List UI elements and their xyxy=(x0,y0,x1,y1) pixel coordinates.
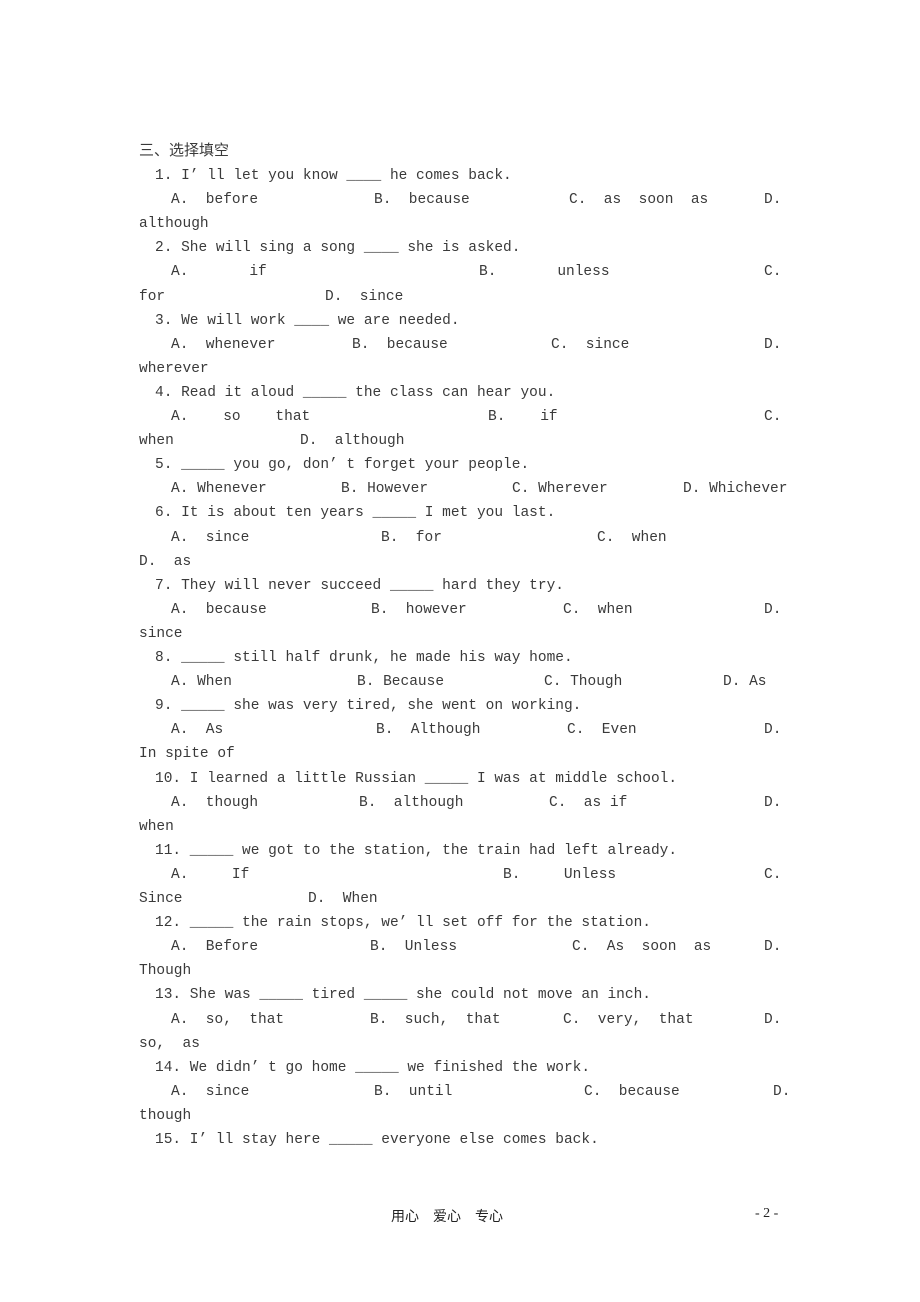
answer-option: D. xyxy=(764,1011,782,1028)
answer-option-wrapped: when xyxy=(139,433,174,450)
answer-option: C. xyxy=(764,866,782,883)
answer-option-wrapped: wherever xyxy=(139,360,209,377)
answer-option: A. because xyxy=(171,601,267,618)
question-text: 14. We didn’ t go home _____ we finished… xyxy=(155,1059,591,1076)
answer-option: C. As soon as xyxy=(572,939,712,956)
question-text: 10. I learned a little Russian _____ I w… xyxy=(155,770,678,787)
answer-option: B. for xyxy=(381,529,442,546)
answer-option: B. Although xyxy=(376,722,481,739)
answer-option: C. Even xyxy=(567,722,637,739)
answer-option: C. Though xyxy=(544,674,623,691)
question-text: 15. I’ ll stay here _____ everyone else … xyxy=(155,1132,599,1148)
answer-option: C. because xyxy=(584,1083,680,1100)
answer-option: D. xyxy=(764,336,782,353)
question-text: 7. They will never succeed _____ hard th… xyxy=(155,577,564,594)
question-text: 3. We will work ____ we are needed. xyxy=(155,312,460,329)
answer-option: A. Whenever xyxy=(171,481,267,498)
answer-option: D. When xyxy=(308,891,378,907)
answer-option: A. since xyxy=(171,529,250,546)
question-text: 5. _____ you go, don’ t forget your peop… xyxy=(155,457,530,474)
answer-option: B. Unless xyxy=(370,939,458,956)
answer-option: C. when xyxy=(597,529,667,546)
section-title: 三、选择填空 xyxy=(139,141,230,159)
answer-option: A. so, that xyxy=(171,1011,285,1028)
answer-option: B. because xyxy=(374,192,470,209)
answer-option: B. because xyxy=(352,336,448,353)
answer-option: A. If xyxy=(171,866,250,883)
answer-option: C. since xyxy=(551,336,630,353)
footer-motto: 用心 爱心 专心 xyxy=(391,1210,503,1225)
answer-option: B. until xyxy=(374,1083,453,1100)
question-text: 13. She was _____ tired _____ she could … xyxy=(155,987,651,1004)
answer-option: B. Unless xyxy=(503,866,617,883)
answer-option: D. Whichever xyxy=(683,481,788,498)
answer-option: A. As xyxy=(171,722,224,739)
answer-option: C. when xyxy=(563,601,633,618)
answer-option: C. Wherever xyxy=(512,481,608,498)
answer-option-wrapped: so, as xyxy=(139,1035,200,1052)
question-text: 11. _____ we got to the station, the tra… xyxy=(155,842,678,859)
answer-option: A. whenever xyxy=(171,336,276,353)
answer-option: B. However xyxy=(341,481,429,498)
answer-option: C. xyxy=(764,409,782,425)
answer-option: D. although xyxy=(300,433,405,450)
answer-option: C. as if xyxy=(549,794,628,811)
answer-option: D. xyxy=(764,722,782,739)
answer-option: D. xyxy=(764,192,782,209)
answer-option: C. xyxy=(764,264,782,281)
question-text: 6. It is about ten years _____ I met you… xyxy=(155,505,556,522)
answer-option-wrapped: since xyxy=(139,625,183,642)
answer-option: D. since xyxy=(325,288,404,305)
page-number: - 2 - xyxy=(755,1206,779,1221)
question-text: 2. She will sing a song ____ she is aske… xyxy=(155,240,521,257)
answer-option: D. xyxy=(764,794,782,811)
answer-option-wrapped: Since xyxy=(139,891,183,907)
question-text: 12. _____ the rain stops, we’ ll set off… xyxy=(155,915,651,932)
answer-option: D. As xyxy=(723,674,767,691)
answer-option: D. xyxy=(773,1083,791,1100)
answer-option-wrapped: In spite of xyxy=(139,746,235,763)
answer-option-wrapped: D. as xyxy=(139,553,192,570)
answer-option: B. if xyxy=(488,409,558,425)
answer-option: A. if xyxy=(171,264,267,281)
question-text: 1. I’ ll let you know ____ he comes back… xyxy=(155,168,512,184)
answer-option: A. When xyxy=(171,674,232,691)
answer-option-wrapped: when xyxy=(139,818,174,835)
answer-option: B. Because xyxy=(357,674,445,691)
answer-option: D. xyxy=(764,939,782,956)
answer-option: A. before xyxy=(171,192,259,209)
answer-option: C. very, that xyxy=(563,1011,694,1028)
answer-option: A. Before xyxy=(171,939,259,956)
answer-option: B. however xyxy=(371,601,467,618)
answer-option: D. xyxy=(764,601,782,618)
answer-option: A. so that xyxy=(171,409,311,425)
answer-option-wrapped: for xyxy=(139,288,166,305)
answer-option-wrapped: although xyxy=(139,216,209,233)
answer-option: B. although xyxy=(359,794,464,811)
answer-option: C. as soon as xyxy=(569,192,709,209)
question-text: 9. _____ she was very tired, she went on… xyxy=(155,698,582,715)
answer-option-wrapped: Though xyxy=(139,963,192,980)
question-text: 8. _____ still half drunk, he made his w… xyxy=(155,650,573,666)
answer-option-wrapped: though xyxy=(139,1107,192,1124)
answer-option: B. unless xyxy=(479,264,610,281)
question-text: 4. Read it aloud _____ the class can hea… xyxy=(155,384,556,401)
answer-option: A. since xyxy=(171,1083,250,1100)
answer-option: B. such, that xyxy=(370,1011,501,1028)
answer-option: A. though xyxy=(171,794,259,811)
